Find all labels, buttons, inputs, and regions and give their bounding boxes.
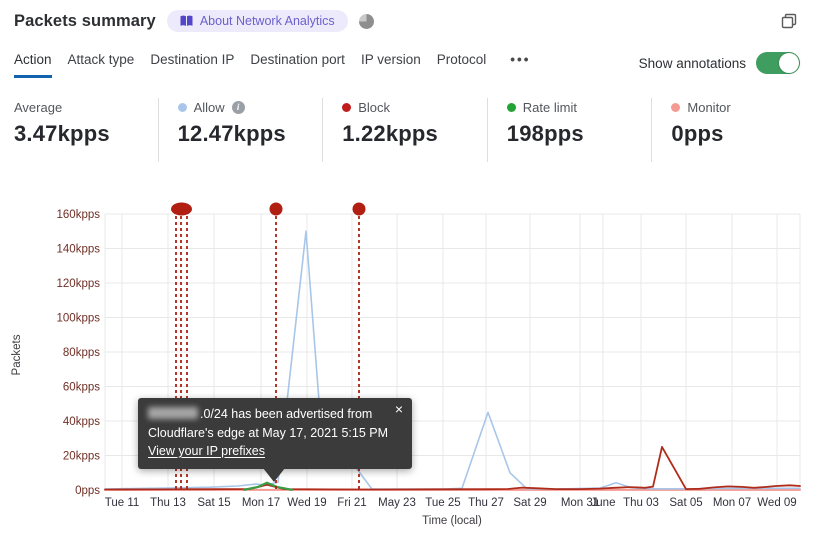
tooltip-arrow <box>263 467 285 482</box>
stat-label: Allow <box>193 99 225 115</box>
legend-dot <box>342 102 352 112</box>
panel-header: Packets summary About Network Analytics <box>14 10 374 32</box>
stat-monitor: Monitor 0pps <box>651 98 816 162</box>
x-tick-label: June <box>591 497 616 509</box>
show-annotations-toggle[interactable] <box>756 52 800 74</box>
stat-value: 0pps <box>671 121 724 146</box>
network-analytics-panel: Packets summary About Network Analytics … <box>0 0 816 545</box>
x-tick-label: Wed 19 <box>287 497 326 509</box>
tab-destination-ip[interactable]: Destination IP <box>150 52 234 78</box>
tooltip-line2: Cloudflare's edge at May 17, 2021 5:15 P… <box>148 425 389 440</box>
y-tick-label: 140kpps <box>57 244 101 256</box>
about-network-analytics-badge[interactable]: About Network Analytics <box>166 10 348 32</box>
redacted-ip-prefix <box>148 407 198 419</box>
pie-timer-icon[interactable] <box>358 13 374 29</box>
stat-value: 12.47kpps <box>177 121 286 146</box>
badge-label: About Network Analytics <box>199 14 335 28</box>
tab-ip-version[interactable]: IP version <box>361 52 421 78</box>
tooltip-close-icon[interactable]: × <box>395 400 403 419</box>
legend-dot <box>671 102 681 112</box>
stat-value: 198pps <box>506 121 584 146</box>
x-tick-label: Mon 17 <box>242 497 280 509</box>
chart-controls-row: Action Attack type Destination IP Destinati… <box>14 52 800 78</box>
stat-label: Block <box>358 99 390 115</box>
y-tick-label: 100kpps <box>57 313 101 325</box>
x-tick-label: May 23 <box>378 497 416 509</box>
book-icon <box>180 15 193 26</box>
stat-average: Average 3.47kpps <box>14 98 158 162</box>
packets-line-chart: 160kpps 140kpps 120kpps 100kpps 80kpps 60kpps… <box>11 202 801 527</box>
y-tick-label: 80kpps <box>63 347 100 359</box>
legend-dot <box>177 102 187 112</box>
stat-label: Average <box>14 99 63 115</box>
chart-tabs: Action Attack type Destination IP Destinati… <box>14 52 530 78</box>
show-annotations-control: Show annotations <box>639 52 800 74</box>
stat-value: 3.47kpps <box>14 121 110 146</box>
page-title: Packets summary <box>14 11 156 30</box>
tab-destination-port[interactable]: Destination port <box>250 52 345 78</box>
annotation-tooltip: × .0/24 has been advertised from Cloudfl… <box>138 398 412 482</box>
x-tick-label: Sat 15 <box>197 497 230 509</box>
y-tick-label: 20kpps <box>63 451 100 463</box>
x-tick-label: Thu 27 <box>468 497 504 509</box>
stat-label: Monitor <box>687 99 731 115</box>
y-tick-label: 60kpps <box>63 382 100 394</box>
y-axis-title: Packets <box>11 334 23 375</box>
show-annotations-label: Show annotations <box>638 55 746 71</box>
tab-attack-type[interactable]: Attack type <box>68 52 135 78</box>
stat-value: 1.22kpps <box>342 121 438 146</box>
y-tick-label: 120kpps <box>57 278 101 290</box>
annotation-marker <box>352 202 366 216</box>
x-tick-label: Thu 03 <box>623 497 659 509</box>
x-tick-label: Sat 29 <box>513 497 546 509</box>
stat-block: Block 1.22kpps <box>322 98 487 162</box>
stats-row: Average 3.47kpps Allow i 12.47kpps Block 1.22k… <box>14 98 816 162</box>
annotation-marker <box>269 202 283 216</box>
copy-icon[interactable] <box>780 12 798 35</box>
y-tick-label: 160kpps <box>57 209 101 221</box>
legend-dot <box>506 102 516 112</box>
tooltip-line1: .0/24 has been advertised from <box>148 405 402 424</box>
stat-allow: Allow i 12.47kpps <box>157 98 323 162</box>
x-tick-label: Sat 05 <box>669 497 702 509</box>
view-ip-prefixes-link[interactable]: View your IP prefixes <box>148 444 265 458</box>
y-tick-label: 40kpps <box>63 416 100 428</box>
x-tick-label: Tue 11 <box>105 497 140 509</box>
x-tick-label: Tue 25 <box>425 497 460 509</box>
toggle-knob <box>779 53 799 73</box>
x-tick-label: Wed 09 <box>757 497 796 509</box>
x-tick-label: Thu 13 <box>150 497 186 509</box>
tabs-more-button[interactable]: ••• <box>510 52 530 78</box>
stat-label: Rate limit <box>522 99 577 115</box>
info-icon[interactable]: i <box>231 100 245 114</box>
tab-protocol[interactable]: Protocol <box>437 52 487 78</box>
chart-area: 160kpps 140kpps 120kpps 100kpps 80kpps 60kpps… <box>0 190 816 545</box>
x-tick-label: Mon 07 <box>713 497 751 509</box>
y-tick-label: 0pps <box>75 485 100 497</box>
tab-action[interactable]: Action <box>14 52 52 78</box>
annotation-marker <box>171 202 192 216</box>
x-axis-title: Time (local) <box>422 515 482 527</box>
x-tick-label: Fri 21 <box>337 497 366 509</box>
stat-rate-limit: Rate limit 198pps <box>486 98 652 162</box>
